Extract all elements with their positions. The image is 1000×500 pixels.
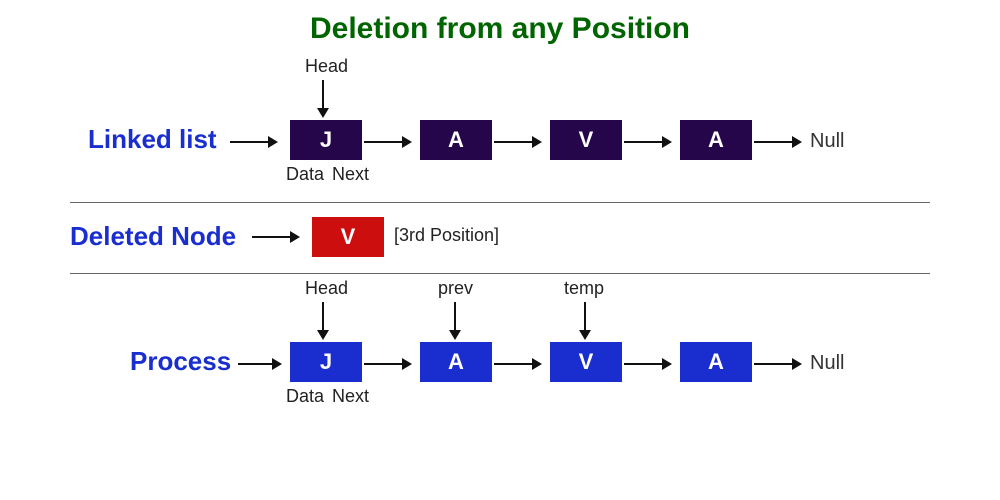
prev-label: prev xyxy=(438,278,473,299)
deleted-node: V xyxy=(312,217,384,257)
arrow-right-icon xyxy=(494,356,544,372)
arrow-right-icon xyxy=(230,134,280,150)
arrow-right-icon xyxy=(754,356,804,372)
arrow-down-icon xyxy=(454,302,456,338)
node-j: J xyxy=(290,120,362,160)
arrow-right-icon xyxy=(494,134,544,150)
arrow-right-icon xyxy=(754,134,804,150)
arrow-down-icon xyxy=(322,302,324,338)
node-j: J xyxy=(290,342,362,382)
arrow-right-icon xyxy=(364,356,414,372)
node-a1: A xyxy=(420,342,492,382)
null-text: Null xyxy=(810,352,844,375)
arrow-right-icon xyxy=(364,134,414,150)
linked-list-row: Linked list Head J A V A Null Data Next xyxy=(0,52,1000,202)
process-label: Process xyxy=(130,346,231,377)
arrow-right-icon xyxy=(238,356,284,372)
node-a1: A xyxy=(420,120,492,160)
node-v: V xyxy=(550,120,622,160)
next-label: Next xyxy=(332,164,369,185)
arrow-down-icon xyxy=(584,302,586,338)
deleted-node-label: Deleted Node xyxy=(70,221,236,252)
head-label: Head xyxy=(305,56,348,77)
node-a2: A xyxy=(680,342,752,382)
linked-list-label: Linked list xyxy=(88,124,217,155)
process-row: Process Head prev temp J A V A Null Data… xyxy=(0,274,1000,424)
arrow-right-icon xyxy=(624,134,674,150)
position-note: [3rd Position] xyxy=(394,225,499,246)
node-a2: A xyxy=(680,120,752,160)
next-label: Next xyxy=(332,386,369,407)
data-label: Data xyxy=(286,164,324,185)
null-text: Null xyxy=(810,130,844,153)
diagram-title: Deletion from any Position xyxy=(0,0,1000,52)
node-v: V xyxy=(550,342,622,382)
temp-label: temp xyxy=(564,278,604,299)
head-label: Head xyxy=(305,278,348,299)
data-label: Data xyxy=(286,386,324,407)
arrow-down-icon xyxy=(322,80,324,116)
arrow-right-icon xyxy=(252,229,302,245)
deleted-node-row: Deleted Node V [3rd Position] xyxy=(0,203,1000,273)
arrow-right-icon xyxy=(624,356,674,372)
